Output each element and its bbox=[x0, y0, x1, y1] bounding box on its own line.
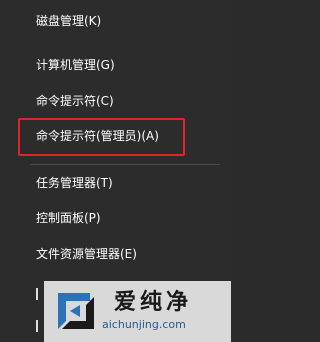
menu-item-control-panel[interactable]: 控制面板(P) bbox=[0, 203, 231, 233]
menu-item-label: 磁盘管理(K) bbox=[36, 14, 102, 28]
menu-item-disk-management[interactable]: 磁盘管理(K) bbox=[0, 6, 231, 36]
menu-separator bbox=[30, 164, 220, 165]
menu-item-command-prompt[interactable]: 命令提示符(C) bbox=[0, 86, 231, 116]
glyph-fragment bbox=[36, 320, 44, 332]
watermark: 爱纯净 aichunjing.com bbox=[44, 281, 231, 342]
menu-item-file-explorer[interactable]: 文件资源管理器(E) bbox=[0, 239, 231, 269]
highlight-annotation bbox=[18, 118, 185, 156]
menu-item-label: 控制面板(P) bbox=[36, 211, 101, 225]
menu-item-computer-management[interactable]: 计算机管理(G) bbox=[0, 50, 231, 80]
menu-item-task-manager[interactable]: 任务管理器(T) bbox=[0, 168, 231, 198]
menu-item-partial[interactable] bbox=[0, 314, 44, 342]
menu-item-label: 计算机管理(G) bbox=[36, 58, 115, 72]
menu-item-label: 任务管理器(T) bbox=[36, 176, 113, 190]
glyph-fragment bbox=[36, 288, 44, 300]
watermark-brand: 爱纯净 bbox=[114, 290, 193, 315]
menu-item-partial[interactable] bbox=[0, 278, 44, 308]
menu-item-label: 命令提示符(C) bbox=[36, 94, 114, 108]
watermark-logo-icon bbox=[58, 293, 94, 329]
watermark-url: aichunjing.com bbox=[102, 318, 186, 331]
menu-item-label: 文件资源管理器(E) bbox=[36, 247, 137, 261]
